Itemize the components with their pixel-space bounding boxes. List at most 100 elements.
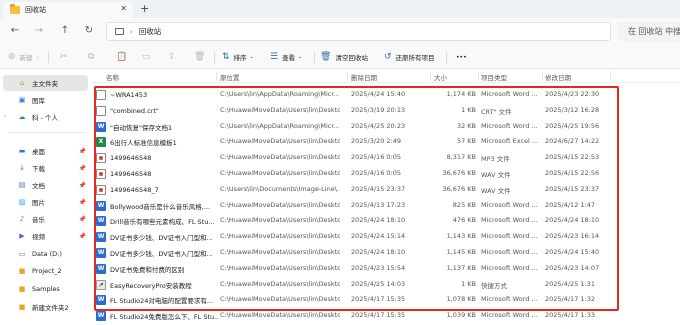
size-cell: 57 KB <box>456 137 476 146</box>
column-header-original-location[interactable]: 原位置 <box>220 72 240 82</box>
new-tab-button[interactable]: + <box>140 3 149 15</box>
file-row[interactable]: W DV证书多少钱、DV证书入门型和... C:\HuaweiMoveData\Us… <box>92 245 680 261</box>
file-row[interactable]: ~WRA1453 C:\Users\lin\AppData\Roaming\Mic… <box>92 87 680 103</box>
delete-button[interactable]: 🗑 <box>194 50 209 64</box>
gallery-icon: ▣ <box>18 96 26 104</box>
recycle-bin-icon <box>10 4 20 14</box>
column-resize-handle[interactable] <box>347 71 348 81</box>
download-icon: ↓ <box>19 164 25 172</box>
file-row[interactable]: W DV证书多少钱、DV证书入门型和... C:\HuaweiMoveData\Us… <box>92 229 680 245</box>
item-type-cell: WAV 文件 <box>481 171 511 179</box>
date-modified-cell: 2025/4/25 19:56 <box>545 121 600 130</box>
file-row[interactable]: 1499646548 C:\HuaweiMoveData\Users\lin\De… <box>92 166 680 182</box>
back-button[interactable]: ← <box>8 24 22 38</box>
size-cell: 36,676 KB <box>442 184 476 193</box>
file-row[interactable]: W Bollywood音乐是什么音乐风格,... C:\HuaweiMoveData… <box>92 198 680 214</box>
sidebar-item-samples[interactable]: ■ Samples <box>0 281 88 297</box>
copy-button[interactable]: ⧉ <box>88 50 98 64</box>
divider <box>446 52 447 63</box>
cut-button[interactable]: ✂ <box>60 50 72 64</box>
column-resize-handle[interactable] <box>216 71 217 81</box>
column-header-row: 名称 原位置 删除日期 大小 项目类型 修改日期 <box>92 69 680 83</box>
document-icon: ▤ <box>18 181 26 189</box>
date-modified-cell: 2025/4/25 1:31 <box>545 279 595 288</box>
file-row[interactable]: "combined.crt" C:\HuaweiMoveData\Users\li… <box>92 103 680 119</box>
pin-icon: 📌 <box>78 164 86 172</box>
sidebar-item-data-drive[interactable]: ▭ Data (D:) <box>0 246 88 262</box>
file-row[interactable]: 1499646548 C:\HuaweiMoveData\Users\lin\De… <box>92 150 680 166</box>
forward-button[interactable]: → <box>32 24 46 38</box>
size-cell: 825 KB <box>452 200 476 209</box>
column-resize-handle[interactable] <box>478 71 479 81</box>
search-input[interactable]: 在 回收站 中搜 <box>618 22 680 41</box>
plus-circle-icon: ⊕ <box>8 52 16 62</box>
desktop-icon: ▬ <box>18 147 26 155</box>
file-row[interactable]: W FL Studio24免费版怎么下、FL Stu... C:\HuaweiMov… <box>92 308 680 324</box>
column-header-item-type[interactable]: 项目类型 <box>481 72 507 82</box>
column-resize-handle[interactable] <box>430 71 431 81</box>
column-resize-handle[interactable] <box>542 71 543 81</box>
restore-all-button[interactable]: ↺ 还原所有项目 <box>384 50 435 64</box>
rename-icon: ▭ <box>142 52 151 62</box>
empty-bin-icon: 🗑 <box>320 52 332 62</box>
sidebar-item-gallery[interactable]: ▣ 图库 <box>0 92 88 108</box>
column-header-date-deleted[interactable]: 删除日期 <box>351 72 377 82</box>
sidebar-item-home[interactable]: ⌂ 主文件夹 <box>3 75 88 91</box>
sidebar-item-label: Samples <box>32 285 60 293</box>
rename-button[interactable]: ▭ <box>142 50 155 64</box>
sidebar-item-project-2[interactable]: ■ Project_2 <box>0 263 88 279</box>
file-row[interactable]: W Drill音乐有哪些元素构成、FL Stu... C:\HuaweiMoveDa… <box>92 213 680 229</box>
refresh-button[interactable]: ↻ <box>82 24 96 38</box>
clipboard-icon: 📋 <box>116 52 128 62</box>
file-name: DV证书免费和付费的区别 <box>110 265 185 274</box>
file-name-cell: X 6出行人标准信息模板1 <box>96 137 218 148</box>
up-button[interactable]: ↑ <box>58 24 72 38</box>
file-row[interactable]: X 6出行人标准信息模板1 C:\HuaweiMoveData\Users\lin\… <box>92 134 680 150</box>
file-name-cell: W FL Studio24免费版怎么下、FL Stu... <box>96 311 218 322</box>
video-icon: ▶ <box>19 232 25 240</box>
breadcrumb[interactable]: 回收站 <box>139 26 162 37</box>
file-row[interactable]: W "自动恢复"保存文档1 C:\Users\lin\AppData\Roaming… <box>92 119 680 135</box>
file-name-cell: 1499646548_7 <box>96 184 218 195</box>
cloud-icon: ☁ <box>18 113 26 121</box>
expand-chevron-icon[interactable]: › <box>4 114 6 120</box>
word-document-icon: W <box>96 216 106 227</box>
sidebar-item-onedrive[interactable]: › ☁ 科 - 个人 <box>0 109 88 125</box>
column-resize-handle[interactable] <box>610 71 611 81</box>
audio-file-icon <box>96 153 106 164</box>
sidebar-item-videos[interactable]: ▶ 视频 📌 <box>0 228 88 244</box>
sidebar-item-pictures[interactable]: ▨ 图片 📌 <box>0 194 88 210</box>
audio-file-icon <box>96 169 106 179</box>
column-header-name[interactable]: 名称 <box>106 72 119 82</box>
column-header-date-modified[interactable]: 修改日期 <box>545 72 571 82</box>
file-row[interactable]: W FL Studio24对电脑的配置要求有... C:\HuaweiMoveDat… <box>92 292 680 308</box>
sidebar-item-downloads[interactable]: ↓ 下载 📌 <box>0 160 88 176</box>
sidebar-item-music[interactable]: ♪ 音乐 📌 <box>0 211 88 227</box>
sort-button[interactable]: ⇅ 排序 ⌄ <box>222 50 254 64</box>
size-cell: 1,137 KB <box>446 263 476 272</box>
tab-recycle-bin[interactable]: 回收站 ✕ <box>3 2 133 18</box>
document-icon <box>96 90 106 100</box>
file-name-cell: 1499646548 <box>96 153 218 164</box>
music-icon: ♪ <box>19 215 25 223</box>
sidebar-item-documents[interactable]: ▤ 文档 📌 <box>0 177 88 193</box>
view-button[interactable]: ☰ 查看 ⌄ <box>270 50 302 64</box>
size-cell: 1,174 KB <box>446 90 476 98</box>
original-location-cell: C:\HuaweiMoveData\Users\lin\Desktop <box>220 105 340 114</box>
empty-recycle-bin-button[interactable]: 🗑 清空回收站 <box>320 50 368 64</box>
paste-button[interactable]: 📋 <box>116 50 131 64</box>
column-header-size[interactable]: 大小 <box>434 72 447 82</box>
chevron-down-icon: ⌄ <box>298 54 303 60</box>
file-name-cell: W "自动恢复"保存文档1 <box>96 121 218 132</box>
sidebar-item-desktop[interactable]: ▬ 桌面 📌 <box>0 143 88 159</box>
address-field[interactable]: › 回收站 <box>106 22 611 41</box>
file-row[interactable]: 1499646548_7 C:\Users\lin\Documents\Image… <box>92 182 680 198</box>
file-row[interactable]: W DV证书免费和付费的区别 C:\HuaweiMoveData\Users\lin… <box>92 261 680 277</box>
new-button[interactable]: ⊕ 新建 ⌄ <box>8 50 40 64</box>
sidebar-item-new-folder-2[interactable]: ■ 新建文件夹2 <box>0 299 88 315</box>
more-options-button[interactable]: ••• <box>456 50 467 64</box>
file-name: 1499646548 <box>110 154 152 163</box>
close-tab-icon[interactable]: ✕ <box>120 4 127 13</box>
file-row[interactable]: ↗ EasyRecoveryPro安装教程 C:\HuaweiMoveData\Us… <box>92 277 680 293</box>
share-button[interactable]: ⇪ <box>168 50 180 64</box>
